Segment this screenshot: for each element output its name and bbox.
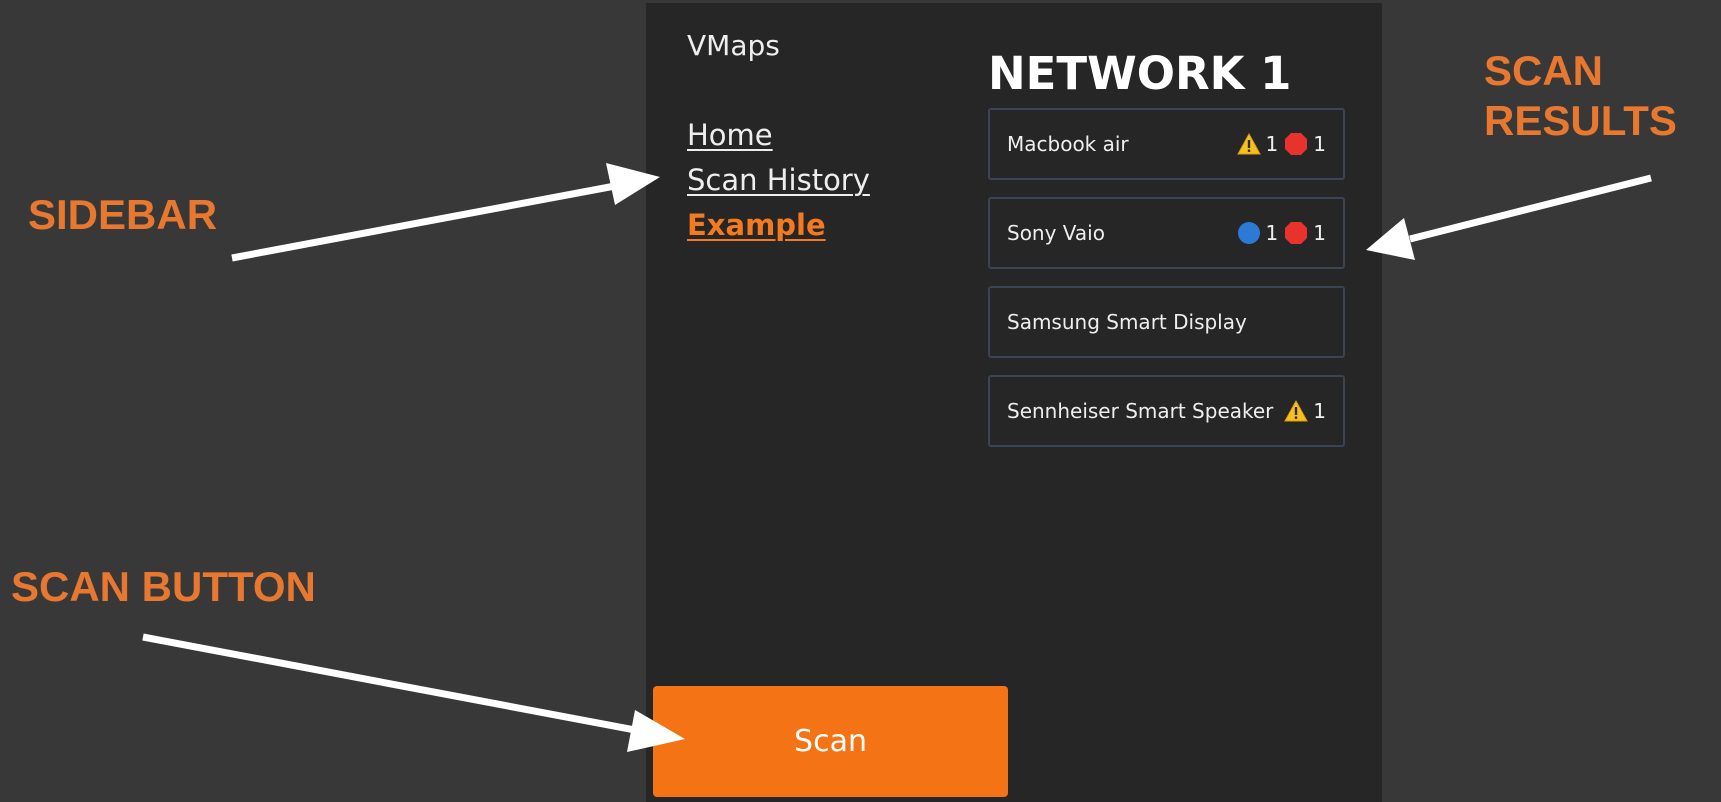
scan-results-arrow (1366, 174, 1652, 260)
annotation-arrows (142, 163, 1652, 752)
sidebar-arrow (231, 163, 660, 262)
scan-button-arrow (142, 633, 685, 752)
